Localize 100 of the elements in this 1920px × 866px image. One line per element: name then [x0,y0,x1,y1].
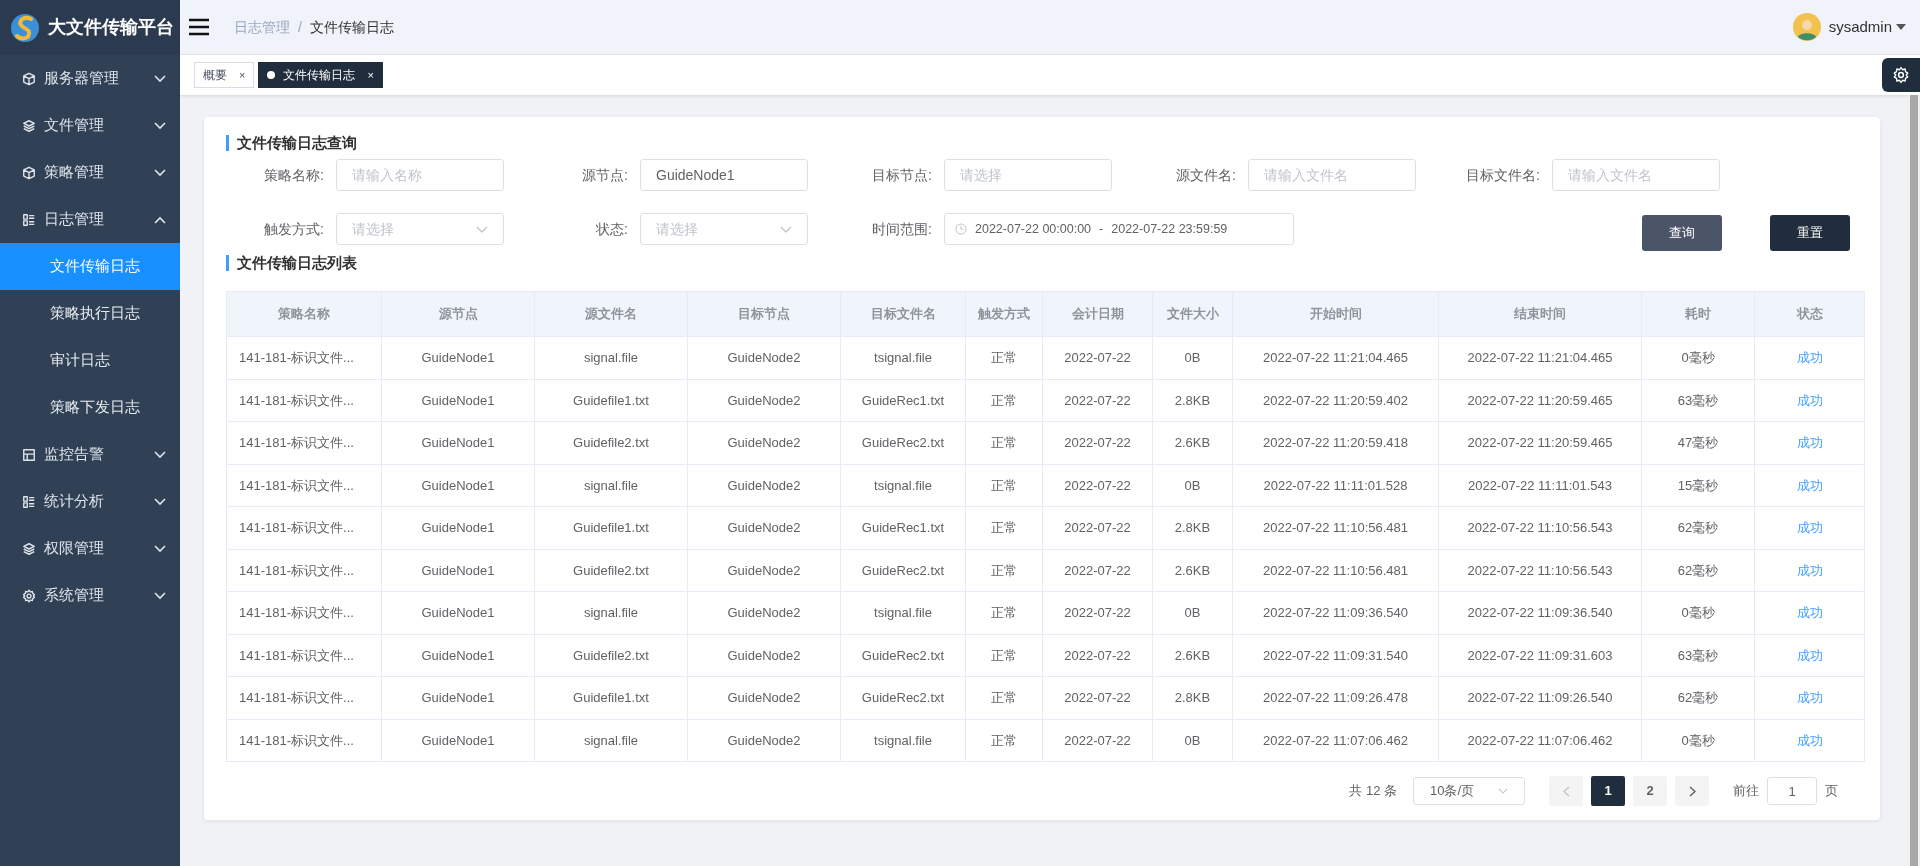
table-cell: 正常 [965,379,1043,422]
table-cell: 2022-07-22 11:09:36.540 [1438,591,1642,634]
table-cell: GuideRec2.txt [840,549,966,592]
table-cell: GuideRec2.txt [840,634,966,677]
table-cell: tsignal.file [840,464,966,507]
table-cell: 0毫秒 [1641,336,1755,379]
table-cell: 正常 [965,464,1043,507]
column-header: 目标节点 [687,291,841,337]
sidebar-item[interactable]: 文件管理 [0,102,180,149]
page-button[interactable]: 2 [1633,776,1667,806]
section-title: 文件传输日志列表 [226,255,1858,271]
sidebar-item[interactable]: 监控告警 [0,431,180,478]
table-cell: 15毫秒 [1641,464,1755,507]
table-cell: 2022-07-22 11:20:59.418 [1232,421,1439,464]
input-field[interactable]: 请输入名称 [336,159,504,191]
table-cell: 2022-07-22 11:10:56.543 [1438,506,1642,549]
table-cell: 正常 [965,421,1043,464]
table-cell: 141-181-标识文件... [226,676,382,719]
table-cell: GuideNode1 [381,464,535,507]
input-field[interactable]: 请输入文件名 [1248,159,1416,191]
page-button[interactable]: 1 [1591,776,1625,806]
app-title: 大文件传输平台 [48,16,174,39]
table-cell: 2022-07-22 [1042,336,1153,379]
table-cell: GuideNode1 [381,591,535,634]
tab[interactable]: 概要 × [194,62,255,88]
input-field[interactable]: 请选择 [944,159,1112,191]
table-cell: 0毫秒 [1641,719,1755,762]
table-cell: 2022-07-22 11:07:06.462 [1232,719,1439,762]
sidebar-subitem[interactable]: 策略下发日志 [0,384,180,431]
close-button[interactable]: × [367,66,374,84]
table-cell: 2022-07-22 11:20:59.465 [1438,421,1642,464]
page-size-select[interactable]: 10条/页 [1413,777,1525,805]
column-header: 状态 [1754,291,1865,337]
table-cell: GuideNode1 [381,506,535,549]
sidebar-item[interactable]: 策略管理 [0,149,180,196]
field-label: 策略名称: [263,165,325,185]
table-cell: 63毫秒 [1641,634,1755,677]
table-cell: 2022-07-22 [1042,591,1153,634]
table-cell: GuideNode1 [381,676,535,719]
table-cell: Guidefile1.txt [534,379,688,422]
table-cell: 0毫秒 [1641,591,1755,634]
table-cell: GuideNode2 [687,464,841,507]
table-cell: 2.6KB [1152,634,1233,677]
column-header: 开始时间 [1232,291,1439,337]
table-cell: Guidefile2.txt [534,549,688,592]
table-cell: 2022-07-22 [1042,549,1153,592]
field-label: 目标节点: [871,165,933,185]
sidebar-item[interactable]: 日志管理 [0,196,180,243]
tab[interactable]: 文件传输日志 × [258,62,383,88]
sidebar-item[interactable]: 服务器管理 [0,55,180,102]
total-count: 共 12 条 [1349,782,1397,801]
table-cell: GuideNode2 [687,676,841,719]
table-cell: 2022-07-22 11:09:31.540 [1232,634,1439,677]
input-field[interactable]: 请输入文件名 [1552,159,1720,191]
table-cell: GuideNode2 [687,549,841,592]
user-name[interactable]: sysadmin [1828,15,1892,39]
table-cell: 141-181-标识文件... [226,549,382,592]
table-cell: 62毫秒 [1641,506,1755,549]
table-cell: 0B [1152,591,1233,634]
table-cell: 2022-07-22 11:11:01.528 [1232,464,1439,507]
reset-button[interactable]: 重置 [1770,215,1850,251]
table-cell: GuideNode2 [687,506,841,549]
table-cell: 2022-07-22 11:07:06.462 [1438,719,1642,762]
sidebar-item[interactable]: 统计分析 [0,478,180,525]
table-cell: GuideNode2 [687,719,841,762]
table-cell: Guidefile1.txt [534,676,688,719]
breadcrumb-separator: / [298,17,302,37]
sidebar-item[interactable]: 权限管理 [0,525,180,572]
date-range-field[interactable]: 2022-07-22 00:00:00 - 2022-07-22 23:59:59 [944,213,1294,245]
table-cell: 2.8KB [1152,676,1233,719]
table-cell: 2022-07-22 11:21:04.465 [1438,336,1642,379]
table-cell: 63毫秒 [1641,379,1755,422]
close-button[interactable]: × [239,66,246,84]
sidebar-subitem[interactable]: 审计日志 [0,337,180,384]
table-cell: GuideNode2 [687,634,841,677]
table-cell: 141-181-标识文件... [226,336,382,379]
table-cell: GuideNode2 [687,336,841,379]
table-cell: 62毫秒 [1641,549,1755,592]
table-cell: 正常 [965,336,1043,379]
table-cell: signal.file [534,464,688,507]
table-cell: signal.file [534,591,688,634]
input-field[interactable]: GuideNode1 [640,159,808,191]
table-cell: 2022-07-22 11:09:36.540 [1232,591,1439,634]
search-button[interactable]: 查询 [1642,215,1722,251]
sidebar-item[interactable]: 系统管理 [0,572,180,619]
table-cell: GuideNode2 [687,591,841,634]
breadcrumb-item: 文件传输日志 [309,17,394,37]
table-cell: 2.6KB [1152,549,1233,592]
column-header: 会计日期 [1042,291,1153,337]
table-cell: 141-181-标识文件... [226,634,382,677]
field-label: 源节点: [581,165,629,185]
column-header: 结束时间 [1438,291,1642,337]
table-cell: GuideRec2.txt [840,676,966,719]
page-input[interactable]: 1 [1767,777,1817,805]
table-cell: 141-181-标识文件... [226,464,382,507]
table-cell: GuideRec1.txt [840,506,966,549]
table-cell: Guidefile1.txt [534,506,688,549]
table-cell: 正常 [965,634,1043,677]
table-cell: 2022-07-22 11:20:59.465 [1438,379,1642,422]
sidebar-subitem[interactable]: 策略执行日志 [0,290,180,337]
